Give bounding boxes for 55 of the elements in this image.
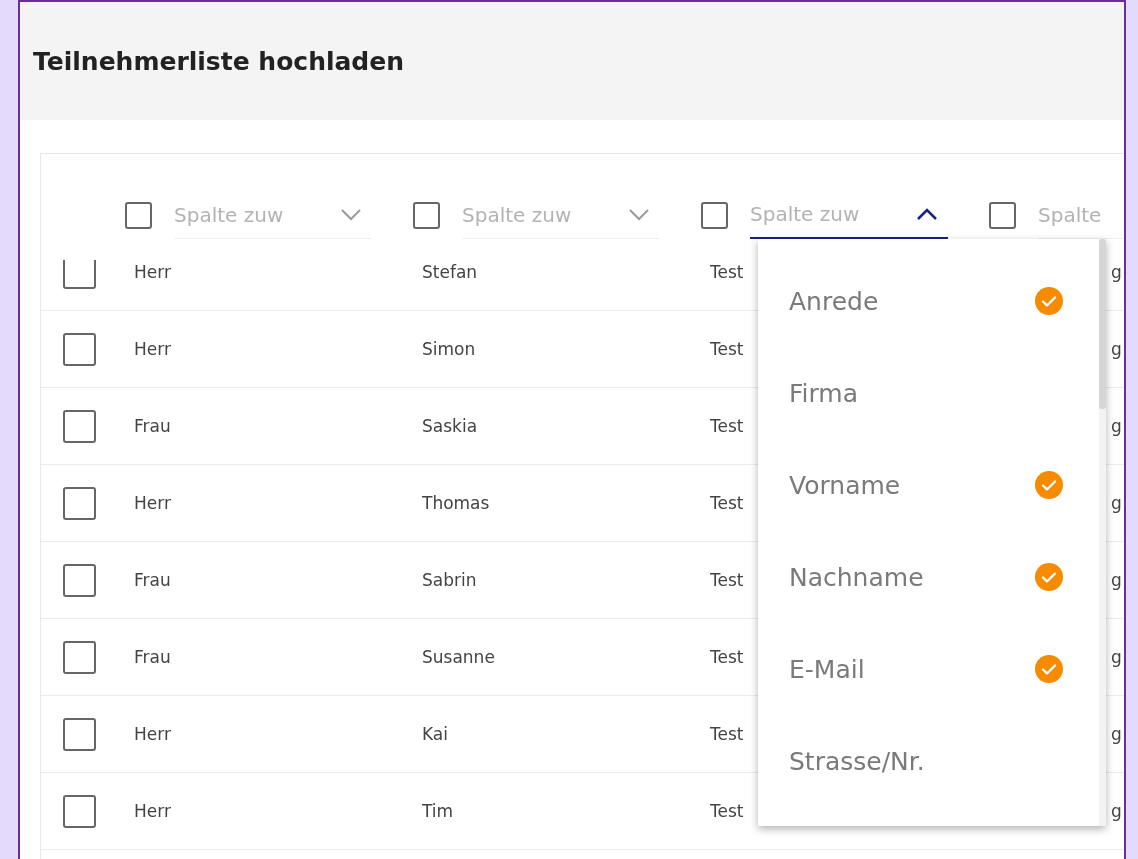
dropdown-option[interactable]: Firma — [758, 347, 1099, 439]
table-cell: Thomas — [422, 492, 490, 514]
table-cell: Test — [710, 723, 744, 745]
chevron-down-icon[interactable] — [340, 208, 362, 221]
dropdown-option[interactable]: Anrede — [758, 255, 1099, 347]
table-cell: Test — [710, 646, 744, 668]
checkbox[interactable] — [413, 201, 440, 229]
table-cell: g — [1111, 338, 1122, 360]
table-cell: Herr — [134, 723, 171, 745]
table-cell: Herr — [134, 492, 171, 514]
row-checkbox[interactable] — [63, 717, 96, 751]
table-cell: g — [1111, 492, 1122, 514]
table-cell: g — [1111, 415, 1122, 437]
table-cell: Herr — [134, 800, 171, 822]
table-cell: Test — [710, 261, 744, 283]
table-cell: Test — [710, 415, 744, 437]
dropdown-option[interactable]: Nachname — [758, 531, 1099, 623]
row-checkbox[interactable] — [63, 332, 96, 366]
table-cell: Herr — [134, 261, 171, 283]
panel-title: Teilnehmerliste hochladen — [33, 46, 405, 76]
table-cell: Herr — [134, 338, 171, 360]
table-cell: Frau — [134, 415, 171, 437]
table-cell: Frau — [134, 646, 171, 668]
table-cell: Susanne — [422, 646, 495, 668]
table-cell: g — [1111, 646, 1122, 668]
row-checkbox[interactable] — [63, 409, 96, 443]
chevron-down-icon[interactable] — [628, 208, 650, 221]
table-cell: Stefan — [422, 261, 478, 283]
table-cell: g — [1111, 800, 1122, 822]
table-cell: Tim — [422, 800, 454, 822]
checkbox[interactable] — [701, 201, 728, 229]
table-cell: Test — [710, 800, 744, 822]
table-cell: Saskia — [422, 415, 478, 437]
table-cell: g — [1111, 569, 1122, 591]
checkbox[interactable] — [989, 201, 1016, 229]
row-checkbox[interactable] — [63, 260, 96, 289]
dropdown-option[interactable]: Strasse/Nr. — [758, 715, 1099, 807]
table-cell: Test — [710, 569, 744, 591]
checkbox[interactable] — [125, 201, 152, 229]
table-cell: Frau — [134, 569, 171, 591]
table-cell: Kai — [422, 723, 448, 745]
row-checkbox[interactable] — [63, 794, 96, 828]
dropdown-option[interactable]: Vorname — [758, 439, 1099, 531]
table-cell: Test — [710, 338, 744, 360]
row-checkbox[interactable] — [63, 640, 96, 674]
table-cell: Sabrin — [422, 569, 477, 591]
table-cell: g — [1111, 723, 1122, 745]
table-cell: Simon — [422, 338, 476, 360]
table-cell: Test — [710, 492, 744, 514]
row-checkbox[interactable] — [63, 486, 96, 520]
scrollbar[interactable] — [1099, 239, 1106, 826]
row-checkbox[interactable] — [63, 563, 96, 597]
dropdown-option[interactable]: E-Mail — [758, 623, 1099, 715]
chevron-up-icon[interactable] — [916, 208, 938, 220]
table-cell: g — [1111, 261, 1122, 283]
